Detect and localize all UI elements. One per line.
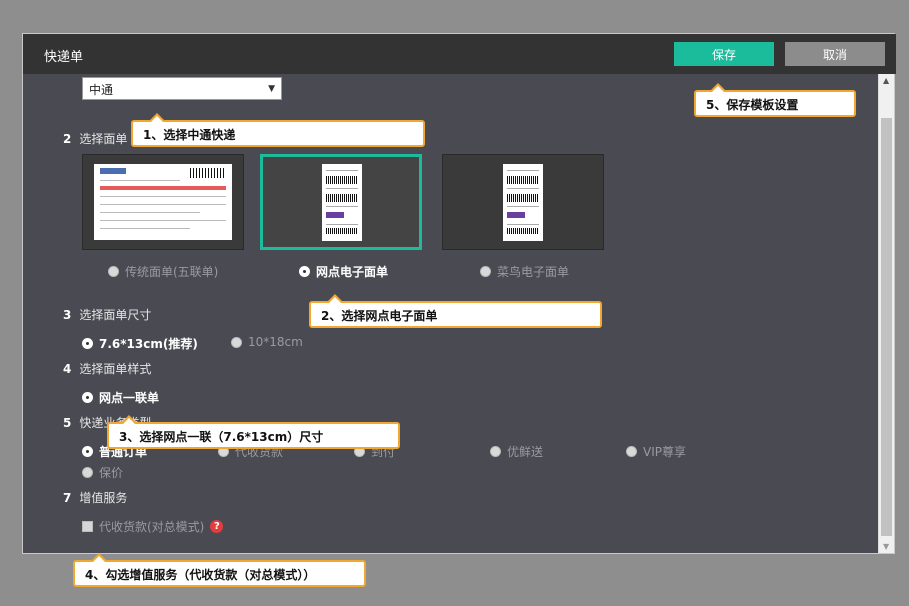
radio-business-fresh[interactable]: 优鲜送 (490, 443, 543, 460)
checkbox-cod-total-mode[interactable]: 代收货款(对总模式) ? (82, 518, 224, 535)
scroll-up-icon[interactable]: ▲ (883, 76, 889, 85)
radio-label: 传统面单(五联单) (125, 265, 219, 279)
radio-business-insured[interactable]: 保价 (82, 464, 123, 481)
radio-label: 优鲜送 (507, 445, 544, 459)
callout-step-1: 1、选择中通快递 (131, 113, 425, 147)
section-value-added: 7 增值服务 (63, 489, 127, 506)
section-number: 7 (63, 491, 72, 505)
section-label: 选择面单 (79, 132, 128, 146)
radio-business-vip[interactable]: VIP尊享 (626, 443, 686, 460)
dialog-titlebar: 快递单 保存 取消 (23, 34, 896, 74)
radio-size-10x18[interactable]: 10*18cm (231, 335, 303, 349)
section-number: 2 (63, 132, 72, 146)
sheet-card-traditional[interactable] (82, 154, 244, 250)
radio-dot (108, 266, 119, 277)
scroll-down-icon[interactable]: ▼ (883, 542, 889, 551)
section-number: 5 (63, 416, 72, 430)
radio-dot (82, 467, 93, 478)
checkbox-box (82, 521, 93, 532)
radio-sheet-outlet-electronic[interactable]: 网点电子面单 (299, 263, 388, 280)
radio-sheet-traditional[interactable]: 传统面单(五联单) (108, 263, 218, 280)
scrollbar-thumb[interactable] (881, 118, 892, 536)
section-label: 增值服务 (79, 491, 128, 505)
sheet-card-outlet-electronic[interactable] (260, 154, 422, 250)
cancel-button[interactable]: 取消 (785, 42, 885, 66)
vertical-scrollbar[interactable]: ▲ ▼ (878, 74, 894, 553)
outlet-sheet-preview (322, 164, 362, 241)
radio-label: 保价 (99, 466, 124, 480)
cainiao-sheet-preview (503, 164, 543, 241)
carrier-select[interactable]: 中通 ▼ (82, 77, 282, 100)
section-label: 选择面单样式 (79, 362, 152, 376)
dialog-title: 快递单 (44, 50, 84, 65)
help-icon[interactable]: ? (210, 520, 224, 533)
section-sheet-size: 3 选择面单尺寸 (63, 306, 151, 323)
save-button[interactable]: 保存 (674, 42, 774, 66)
radio-dot (299, 266, 310, 277)
radio-size-76x13[interactable]: 7.6*13cm(推荐) (82, 335, 198, 352)
radio-label: 网点一联单 (99, 391, 160, 405)
section-number: 4 (63, 362, 72, 376)
radio-dot (82, 338, 93, 349)
sheet-card-cainiao[interactable] (442, 154, 604, 250)
radio-dot (490, 446, 501, 457)
radio-label: VIP尊享 (643, 445, 686, 459)
callout-step-2: 2、选择网点电子面单 (309, 294, 602, 328)
section-sheet-type: 2 选择面单 (63, 130, 127, 147)
radio-dot (82, 446, 93, 457)
section-sheet-style: 4 选择面单样式 (63, 360, 151, 377)
radio-label: 7.6*13cm(推荐) (99, 337, 198, 351)
checkbox-label: 代收货款(对总模式) (99, 520, 205, 534)
radio-label: 10*18cm (248, 335, 303, 349)
radio-dot (82, 392, 93, 403)
radio-dot (480, 266, 491, 277)
callout-step-3: 3、选择网点一联（7.6*13cm）尺寸 (107, 415, 400, 449)
radio-sheet-cainiao[interactable]: 菜鸟电子面单 (480, 263, 569, 280)
carrier-select-value: 中通 (89, 83, 114, 97)
radio-label: 菜鸟电子面单 (497, 265, 570, 279)
traditional-sheet-preview (94, 164, 232, 240)
radio-dot (231, 336, 242, 348)
callout-step-4: 4、勾选增值服务（代收货款（对总模式）） (73, 553, 366, 587)
chevron-down-icon: ▼ (268, 84, 275, 94)
callout-step-5: 5、保存模板设置 (694, 83, 856, 117)
radio-dot (626, 446, 637, 457)
radio-label: 网点电子面单 (316, 265, 389, 279)
section-label: 选择面单尺寸 (79, 308, 152, 322)
radio-style-single[interactable]: 网点一联单 (82, 389, 159, 406)
section-number: 3 (63, 308, 72, 322)
